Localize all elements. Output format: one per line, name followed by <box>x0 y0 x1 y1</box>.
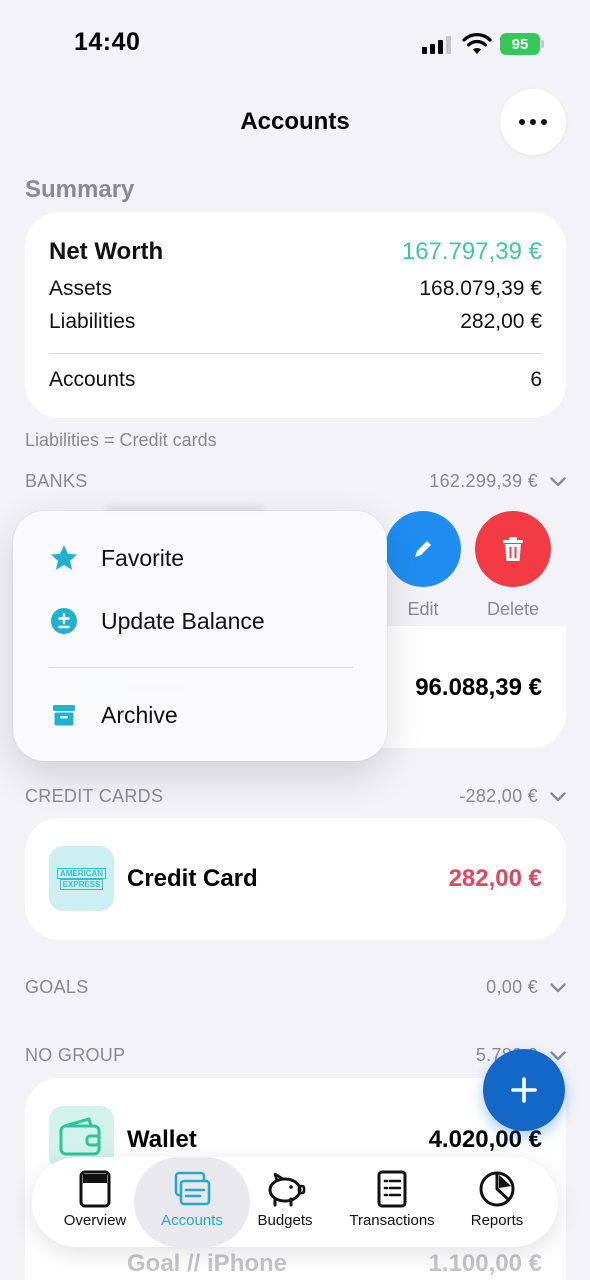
dot <box>519 119 525 125</box>
tab-bar: Overview Accounts Budgets Transactions R… <box>32 1157 558 1247</box>
accounts-count-value: 6 <box>530 368 542 391</box>
menu-item-favorite[interactable]: Favorite <box>49 543 184 573</box>
group-total-goals: 0,00 € <box>486 977 538 997</box>
tab-label-reports: Reports <box>470 1212 524 1229</box>
amex-logo-icon: AMERICAN EXPRESS <box>49 846 114 911</box>
accounts-icon <box>174 1171 211 1206</box>
account-name: Credit Card <box>127 865 258 892</box>
liabilities-footnote: Liabilities = Credit cards <box>25 430 217 450</box>
wifi-icon <box>462 33 492 54</box>
battery-icon: 95 <box>500 33 540 55</box>
account-name: Wallet <box>127 1126 197 1153</box>
dot <box>530 119 536 125</box>
menu-label-archive: Archive <box>101 701 178 728</box>
piggy-bank-icon <box>268 1172 306 1207</box>
group-label-no-group: NO GROUP <box>25 1045 126 1065</box>
menu-label-favorite: Favorite <box>101 544 185 571</box>
tab-label-transactions: Transactions <box>349 1212 435 1229</box>
plus-icon <box>511 1077 537 1103</box>
pencil-icon <box>415 541 431 557</box>
delete-label: Delete <box>486 599 540 619</box>
tab-label-budgets: Budgets <box>257 1212 313 1229</box>
assets-row: Assets 168.079,39 € <box>49 277 542 301</box>
assets-label: Assets <box>49 277 113 300</box>
accounts-count-label: Accounts <box>49 368 136 391</box>
group-label-goals: GOALS <box>25 977 89 997</box>
context-menu: Favorite Update Balance Archive <box>13 511 387 761</box>
chevron-down-icon[interactable] <box>550 1050 566 1061</box>
liabilities-value: 282,00 € <box>460 310 542 333</box>
liabilities-row: Liabilities 282,00 € <box>49 310 542 334</box>
group-total-credit-cards: -282,00 € <box>459 786 538 806</box>
menu-item-archive[interactable]: Archive <box>49 700 178 730</box>
account-name-goal: Goal // iPhone <box>127 1250 288 1277</box>
add-account-button[interactable] <box>483 1049 565 1131</box>
edit-action[interactable]: Edit <box>385 511 461 620</box>
star-icon <box>51 545 77 570</box>
tab-label-accounts: Accounts <box>161 1212 223 1229</box>
menu-label-update-balance: Update Balance <box>101 607 265 634</box>
net-worth-label: Net Worth <box>49 238 164 265</box>
battery-cap <box>541 40 544 48</box>
edit-button[interactable] <box>385 511 461 587</box>
amex-logo-line-2: EXPRESS <box>59 878 104 890</box>
tab-transactions[interactable]: Transactions <box>337 1157 447 1247</box>
group-header-credit-cards[interactable]: CREDIT CARDS -282,00 € <box>25 786 566 807</box>
credit-card-account-row[interactable]: AMERICAN EXPRESS Credit Card 282,00 € <box>25 818 566 940</box>
summary-heading: Summary <box>25 176 135 203</box>
group-header-no-group[interactable]: NO GROUP 5.780,0 <box>25 1045 566 1066</box>
pie-chart-icon <box>479 1171 515 1207</box>
net-worth-value: 167.797,39 € <box>401 238 542 265</box>
group-label-credit-cards: CREDIT CARDS <box>25 786 164 806</box>
menu-divider <box>49 667 353 668</box>
more-options-button[interactable] <box>500 89 566 155</box>
summary-card: Net Worth 167.797,39 € Assets 168.079,39… <box>25 212 566 418</box>
group-total-banks: 162.299,39 € <box>429 471 538 491</box>
net-worth-row: Net Worth 167.797,39 € <box>49 238 542 266</box>
transactions-icon <box>377 1170 407 1208</box>
amex-logo-line-1: AMERICAN <box>56 867 107 879</box>
tab-label-overview: Overview <box>63 1212 127 1229</box>
dot <box>541 119 547 125</box>
tab-budgets[interactable]: Budgets <box>230 1157 340 1247</box>
assets-value: 168.079,39 € <box>419 277 542 300</box>
accounts-count-row: Accounts 6 <box>49 368 542 392</box>
chevron-down-icon[interactable] <box>550 982 566 993</box>
chevron-down-icon[interactable] <box>550 791 566 802</box>
plus-circle-icon <box>51 608 77 634</box>
status-time: 14:40 <box>74 28 141 56</box>
group-label-banks: BANKS <box>25 471 88 491</box>
divider <box>49 353 542 354</box>
edit-label: Edit <box>407 599 439 619</box>
status-bar: 14:40 95 <box>0 0 590 88</box>
tab-reports[interactable]: Reports <box>442 1157 552 1247</box>
delete-button[interactable] <box>475 511 551 587</box>
account-amount: 282,00 € <box>448 865 542 892</box>
delete-action[interactable]: Delete <box>475 511 551 620</box>
bank-amount: 96.088,39 € <box>415 674 542 701</box>
chevron-down-icon[interactable] <box>550 476 566 487</box>
account-amount-goal: 1.100,00 € <box>428 1250 542 1277</box>
liabilities-label: Liabilities <box>49 310 136 333</box>
menu-item-update-balance[interactable]: Update Balance <box>49 606 265 636</box>
overview-icon <box>79 1170 111 1208</box>
group-header-banks[interactable]: BANKS 162.299,39 € <box>25 471 566 492</box>
archive-box-icon <box>53 705 75 726</box>
battery-level: 95 <box>511 35 529 53</box>
signal-icon <box>422 36 451 54</box>
group-header-goals[interactable]: GOALS 0,00 € <box>25 977 566 998</box>
trash-icon <box>503 537 523 561</box>
